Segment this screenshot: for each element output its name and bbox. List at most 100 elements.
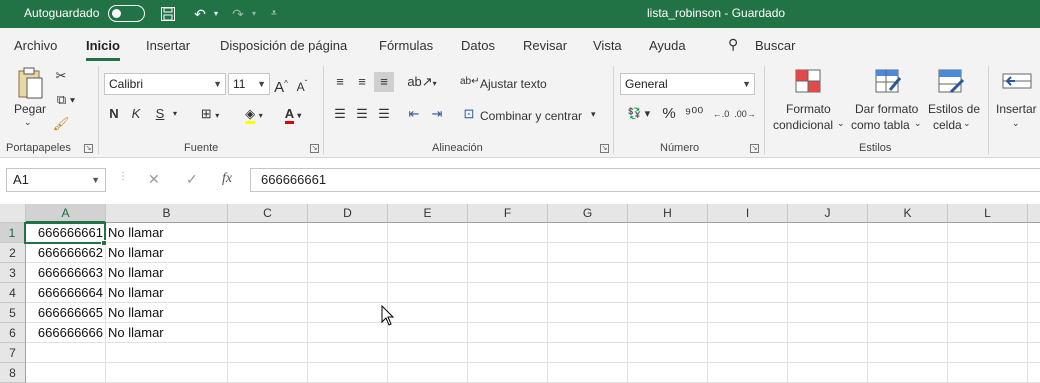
number-format-select[interactable]: General ▼ [620, 73, 755, 95]
comma-style-icon[interactable]: ⁹⁰⁰ [684, 104, 704, 124]
cell-b4[interactable]: No llamar [108, 283, 164, 303]
format-as-table-icon[interactable] [872, 68, 904, 98]
select-all-corner[interactable] [0, 204, 26, 223]
paste-dropdown-icon[interactable]: ⌄ [24, 117, 32, 128]
cell-b1[interactable]: No llamar [108, 223, 164, 243]
cancel-icon[interactable]: ✕ [148, 171, 160, 188]
column-header-m[interactable] [1028, 204, 1040, 223]
save-icon[interactable] [158, 4, 178, 24]
column-header-h[interactable]: H [628, 204, 708, 223]
redo-dropdown-icon[interactable]: ▾ [244, 4, 264, 24]
drag-handle-icon[interactable]: ⋮ [118, 171, 128, 182]
underline-dropdown-icon[interactable]: ▾ [170, 104, 180, 124]
search-label[interactable]: Buscar [755, 38, 795, 53]
align-top-icon[interactable]: ≡ [331, 72, 349, 92]
row-header-6[interactable]: 6 [0, 323, 26, 343]
insert-button[interactable]: Insertar [996, 102, 1037, 116]
format-as-table-line1[interactable]: Dar formato [855, 102, 918, 116]
column-header-d[interactable]: D [308, 204, 388, 223]
column-header-a[interactable]: A [26, 204, 106, 223]
column-header-b[interactable]: B [106, 204, 228, 223]
column-header-e[interactable]: E [388, 204, 468, 223]
orientation-icon[interactable]: ab↗▾ [406, 72, 438, 94]
tab-archivo[interactable]: Archivo [14, 38, 57, 53]
percent-icon[interactable]: % [660, 104, 678, 124]
row-header-1[interactable]: 1 [0, 223, 26, 243]
cell-b5[interactable]: No llamar [108, 303, 164, 323]
clipboard-launcher-icon[interactable]: ↘ [84, 144, 93, 153]
fill-handle[interactable] [101, 240, 107, 246]
row-header-5[interactable]: 5 [0, 303, 26, 323]
bold-button[interactable]: N [106, 104, 122, 124]
name-box[interactable]: A1 ▼ [6, 168, 106, 192]
column-header-j[interactable]: J [788, 204, 868, 223]
cell-a2[interactable]: 666666662 [26, 243, 103, 263]
undo-dropdown-icon[interactable]: ▾ [206, 4, 226, 24]
decrease-decimal-icon[interactable]: .00→ [734, 104, 756, 124]
customize-qat-icon[interactable]: ⩡ [264, 4, 284, 24]
number-launcher-icon[interactable]: ↘ [750, 144, 759, 153]
copy-icon[interactable]: ⧉ ▾ [52, 90, 80, 110]
row-header-4[interactable]: 4 [0, 283, 26, 303]
increase-indent-icon[interactable]: ⇥ [428, 104, 446, 124]
cell-styles-line1[interactable]: Estilos de [928, 102, 980, 116]
column-header-k[interactable]: K [868, 204, 948, 223]
format-as-table-dropdown-icon[interactable]: ⌄ [914, 118, 922, 129]
wrap-text-icon[interactable]: ab↵ [460, 72, 480, 92]
insert-function-icon[interactable]: fx [222, 171, 232, 187]
row-header-8[interactable]: 8 [0, 363, 26, 383]
cut-icon[interactable]: ✂ [52, 66, 70, 86]
search-icon[interactable]: ⚲ [728, 36, 738, 53]
merge-dropdown-icon[interactable]: ▾ [591, 109, 596, 120]
row-header-7[interactable]: 7 [0, 343, 26, 363]
insert-cells-icon[interactable] [1000, 68, 1034, 98]
increase-decimal-icon[interactable]: ←.0 [710, 104, 732, 124]
merge-center-icon[interactable]: ⊡ [460, 104, 478, 124]
italic-button[interactable]: K [128, 104, 144, 124]
borders-icon[interactable]: ⊞ ▾ [196, 104, 224, 126]
fill-color-icon[interactable]: ◈ ▾ [240, 104, 268, 126]
column-header-g[interactable]: G [548, 204, 628, 223]
underline-button[interactable]: S [152, 104, 168, 124]
align-left-icon[interactable]: ☰ [331, 104, 349, 124]
align-bottom-icon[interactable]: ≡ [374, 72, 394, 92]
cell-b3[interactable]: No llamar [108, 263, 164, 283]
font-size-select[interactable]: 11 ▼ [228, 73, 270, 95]
tab-revisar[interactable]: Revisar [523, 38, 567, 53]
paste-icon[interactable] [14, 66, 46, 100]
align-center-icon[interactable]: ☰ [353, 104, 371, 124]
column-header-c[interactable]: C [228, 204, 308, 223]
cell-a5[interactable]: 666666665 [26, 303, 103, 323]
cell-b2[interactable]: No llamar [108, 243, 164, 263]
tab-vista[interactable]: Vista [593, 38, 622, 53]
cell-a6[interactable]: 666666666 [26, 323, 103, 343]
tab-disposicion[interactable]: Disposición de página [220, 38, 347, 53]
alignment-launcher-icon[interactable]: ↘ [600, 144, 609, 153]
conditional-format-icon[interactable] [792, 68, 824, 98]
formula-input[interactable]: 666666661 [250, 168, 1040, 192]
tab-datos[interactable]: Datos [461, 38, 495, 53]
conditional-format-line1[interactable]: Formato [786, 102, 831, 116]
font-name-select[interactable]: Calibri ▼ [104, 73, 226, 95]
column-header-i[interactable]: I [708, 204, 788, 223]
merge-center-button[interactable]: Combinar y centrar [480, 109, 582, 123]
format-painter-icon[interactable]: 🖌 [52, 114, 70, 134]
insert-dropdown-icon[interactable]: ⌄ [1012, 118, 1020, 129]
row-header-2[interactable]: 2 [0, 243, 26, 263]
tab-formulas[interactable]: Fórmulas [379, 38, 433, 53]
accounting-format-icon[interactable]: 💱 ▾ [622, 104, 656, 124]
enter-icon[interactable]: ✓ [186, 171, 198, 188]
format-as-table-line2[interactable]: como tabla [851, 118, 910, 132]
autosave-toggle[interactable] [108, 5, 145, 22]
conditional-format-dropdown-icon[interactable]: ⌄ [837, 118, 845, 129]
wrap-text-button[interactable]: Ajustar texto [480, 77, 547, 91]
column-header-l[interactable]: L [948, 204, 1028, 223]
tab-ayuda[interactable]: Ayuda [649, 38, 686, 53]
align-right-icon[interactable]: ☰ [375, 104, 393, 124]
paste-label[interactable]: Pegar [14, 102, 46, 116]
cell-a4[interactable]: 666666664 [26, 283, 103, 303]
cell-styles-line2[interactable]: celda [933, 118, 962, 132]
decrease-indent-icon[interactable]: ⇤ [405, 104, 423, 124]
tab-insertar[interactable]: Insertar [146, 38, 190, 53]
cell-a3[interactable]: 666666663 [26, 263, 103, 283]
